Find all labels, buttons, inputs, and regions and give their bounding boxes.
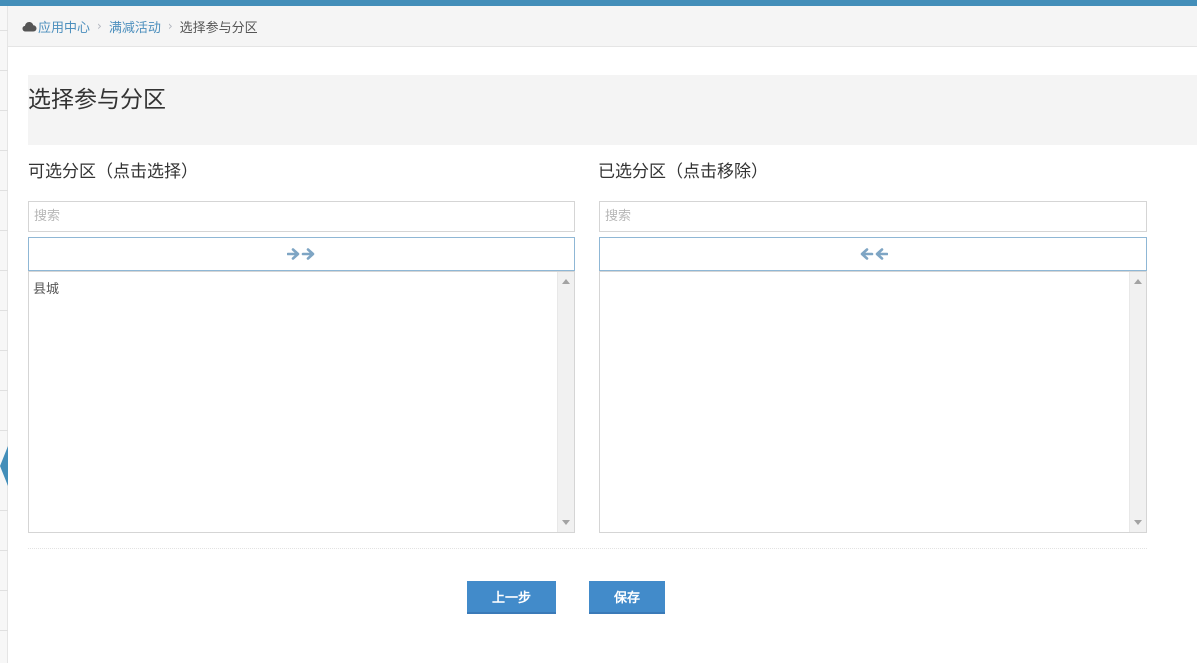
sidebar-toggle[interactable] [0,446,8,486]
move-all-right-button[interactable] [28,237,575,271]
page-header: 选择参与分区 [28,75,1197,145]
chevron-left-icon [0,446,8,486]
available-listbox[interactable]: 县城 [28,271,575,533]
breadcrumb-promotion[interactable]: 满减活动 [109,17,161,36]
scroll-up-icon[interactable] [1134,279,1142,284]
breadcrumb: 应用中心 › 满减活动 › 选择参与分区 [8,6,1197,47]
scrollbar[interactable] [1129,272,1146,532]
cloud-icon [22,21,37,32]
scroll-down-icon[interactable] [562,520,570,525]
page-title: 选择参与分区 [28,87,166,113]
breadcrumb-current: 选择参与分区 [179,20,258,36]
list-item[interactable]: 县城 [33,278,59,297]
move-all-left-button[interactable] [599,237,1147,271]
prev-step-button[interactable]: 上一步 [467,581,556,614]
sidebar-collapsed [0,6,8,663]
double-arrow-left-icon [860,248,888,260]
double-arrow-right-icon [286,248,314,260]
chevron-right-icon: › [97,19,102,33]
available-search-input[interactable] [28,201,575,232]
selected-listbox[interactable] [599,271,1147,533]
save-button[interactable]: 保存 [589,581,665,614]
scroll-up-icon[interactable] [562,279,570,284]
selected-search-input[interactable] [599,201,1147,232]
chevron-right-icon: › [167,19,173,33]
breadcrumb-app-center[interactable]: 应用中心 [38,17,90,36]
selected-list-title: 已选分区（点击移除） [598,162,768,182]
available-list-title: 可选分区（点击选择） [28,162,198,182]
scrollbar[interactable] [557,272,574,532]
scroll-down-icon[interactable] [1134,520,1142,525]
divider [28,548,1147,549]
